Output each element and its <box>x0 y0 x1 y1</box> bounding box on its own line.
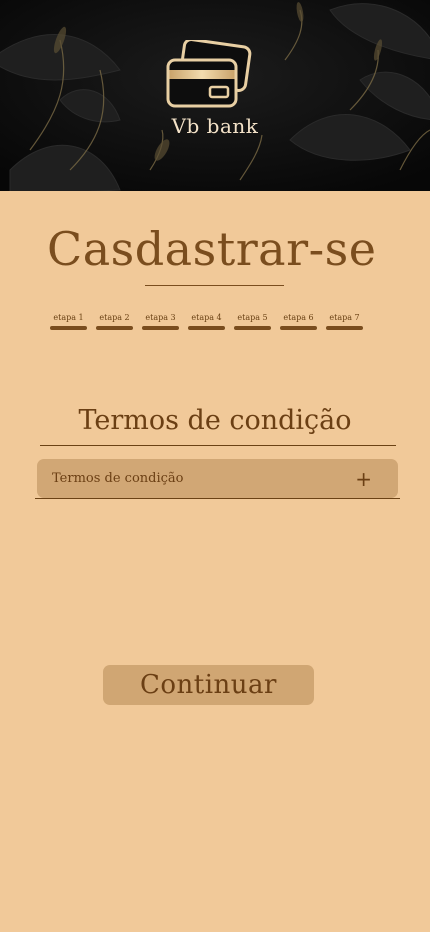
step-4[interactable]: etapa 4 <box>188 312 225 330</box>
step-1[interactable]: etapa 1 <box>50 312 87 330</box>
step-6[interactable]: etapa 6 <box>280 312 317 330</box>
step-bar <box>326 326 363 330</box>
step-label: etapa 4 <box>191 313 222 322</box>
terms-accordion-label: Termos de condição <box>52 471 184 486</box>
header-banner: Vb bank <box>0 0 430 191</box>
step-label: etapa 1 <box>53 313 84 322</box>
step-label: etapa 2 <box>99 313 130 322</box>
step-bar <box>188 326 225 330</box>
terms-accordion[interactable]: Termos de condição + <box>37 459 398 498</box>
section-divider <box>40 445 396 446</box>
page-title: Casdastrar-se <box>47 222 377 276</box>
step-bar <box>50 326 87 330</box>
step-5[interactable]: etapa 5 <box>234 312 271 330</box>
step-progress: etapa 1 etapa 2 etapa 3 etapa 4 etapa 5 … <box>50 312 363 330</box>
terms-section-title: Termos de condição <box>78 405 352 436</box>
step-3[interactable]: etapa 3 <box>142 312 179 330</box>
brand-name: Vb bank <box>171 114 259 138</box>
step-bar <box>96 326 133 330</box>
step-bar <box>280 326 317 330</box>
step-bar <box>234 326 271 330</box>
credit-cards-icon <box>160 38 256 110</box>
step-label: etapa 6 <box>283 313 314 322</box>
step-2[interactable]: etapa 2 <box>96 312 133 330</box>
step-7[interactable]: etapa 7 <box>326 312 363 330</box>
step-label: etapa 5 <box>237 313 268 322</box>
plus-icon[interactable]: + <box>355 469 372 489</box>
title-underline <box>145 285 284 286</box>
accordion-divider <box>35 498 400 499</box>
step-bar <box>142 326 179 330</box>
step-label: etapa 7 <box>329 313 360 322</box>
continue-button[interactable]: Continuar <box>103 665 314 705</box>
step-label: etapa 3 <box>145 313 176 322</box>
